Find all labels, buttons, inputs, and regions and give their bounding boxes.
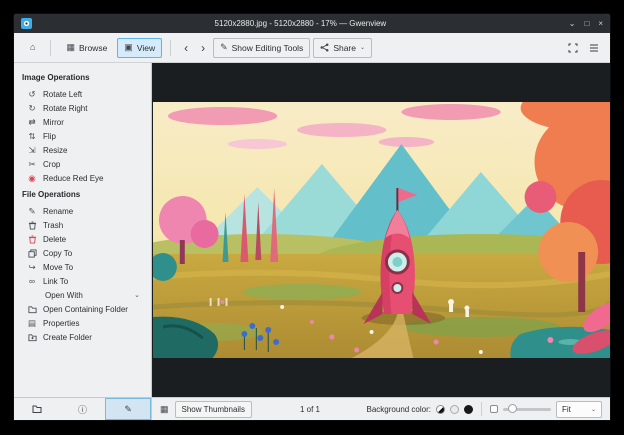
- sidebar-item-trash[interactable]: Trash: [14, 218, 151, 232]
- background-swatch-dark[interactable]: [464, 404, 473, 414]
- chevron-down-icon: ⌄: [590, 406, 596, 413]
- folder-new-icon: [27, 333, 37, 342]
- view-image-icon: ▣: [124, 42, 133, 52]
- status-separator: [481, 402, 482, 416]
- view-button[interactable]: ▣ View: [117, 37, 163, 58]
- rename-pencil-icon: ✎: [28, 205, 36, 216]
- minimize-button[interactable]: ⌄: [569, 19, 576, 28]
- gwenview-window: 5120x2880.jpg - 5120x2880 - 17% — Gwenvi…: [14, 14, 610, 420]
- sidebar-item-reduce-red-eye[interactable]: ◉ Reduce Red Eye: [14, 171, 151, 185]
- mirror-icon: ⇄: [28, 116, 36, 127]
- sidebar-item-crop[interactable]: ✂ Crop: [14, 157, 151, 171]
- sidebar-item-resize[interactable]: ⇲ Resize: [14, 143, 151, 157]
- copy-pages-icon: [27, 248, 37, 258]
- hamburger-menu-icon[interactable]: [589, 44, 599, 52]
- trash-can-icon: [27, 220, 37, 230]
- sidebar-item-link-to[interactable]: ∞ Link To: [14, 274, 151, 288]
- sidebar-item-flip[interactable]: ⇅ Flip: [14, 129, 151, 143]
- delete-trash-icon: [27, 234, 37, 244]
- document-properties-icon: ▤: [27, 317, 37, 328]
- operations-sidebar: Image Operations ↺ Rotate Left ↻ Rotate …: [14, 63, 152, 397]
- photo-content: [152, 102, 610, 358]
- background-swatch-light[interactable]: [450, 404, 459, 414]
- sidebar-item-copy-to[interactable]: Copy To: [14, 246, 151, 260]
- crop-icon: ✂: [28, 158, 36, 169]
- show-thumbnails-button[interactable]: Show Thumbnails: [174, 400, 252, 418]
- titlebar: 5120x2880.jpg - 5120x2880 - 17% — Gwenvi…: [14, 14, 610, 33]
- zoom-slider-handle[interactable]: [508, 404, 517, 413]
- sidebar-item-mirror[interactable]: ⇄ Mirror: [14, 115, 151, 129]
- file-operations-title: File Operations: [22, 190, 81, 199]
- share-icon: [320, 43, 329, 52]
- thumbnails-icon[interactable]: ▦: [160, 404, 169, 415]
- close-button[interactable]: ×: [598, 19, 603, 28]
- toolbar-separator: [170, 39, 172, 56]
- sidebar-item-rename[interactable]: ✎ Rename: [14, 204, 151, 218]
- home-icon: ⌂: [30, 42, 36, 52]
- folder-tab-icon: [32, 405, 42, 413]
- sidebar-item-rotate-left[interactable]: ↺ Rotate Left: [14, 87, 151, 101]
- browse-button[interactable]: ▦ Browse: [59, 38, 114, 58]
- window-title: 5120x2880.jpg - 5120x2880 - 17% — Gwenvi…: [214, 19, 387, 28]
- bottom-bar: ⓘ ✎ ▦ Show Thumbnails 1 of 1 Background …: [14, 397, 610, 420]
- zoom-mode-select[interactable]: Fit ⌄: [556, 400, 602, 418]
- forward-button[interactable]: ›: [196, 42, 210, 54]
- flip-icon: ⇅: [28, 130, 36, 141]
- zoom-slider[interactable]: [503, 404, 551, 413]
- zoom-lock-checkbox[interactable]: [490, 405, 498, 413]
- edit-pencil-icon: ✎: [124, 403, 132, 414]
- image-count: 1 of 1: [299, 404, 320, 414]
- toolbar-separator: [50, 39, 52, 56]
- image-operations-title: Image Operations: [22, 73, 90, 82]
- rotate-left-icon: ↺: [28, 88, 36, 99]
- chevron-down-icon: ⌄: [134, 292, 140, 299]
- sidebar-item-rotate-right[interactable]: ↻ Rotate Right: [14, 101, 151, 115]
- back-button[interactable]: ‹: [179, 42, 193, 54]
- red-eye-icon: ◉: [28, 172, 36, 183]
- sidebar-item-delete[interactable]: Delete: [14, 232, 151, 246]
- tab-folders[interactable]: [14, 398, 60, 420]
- tab-information[interactable]: ⓘ: [60, 398, 106, 420]
- link-chain-icon: ∞: [28, 275, 36, 286]
- image-view[interactable]: [152, 63, 610, 397]
- sidebar-item-open-containing-folder[interactable]: Open Containing Folder: [14, 302, 151, 316]
- chevron-down-icon: ⌄: [360, 45, 366, 51]
- sidebar-item-open-with[interactable]: Open With ⌄: [14, 288, 151, 302]
- home-button[interactable]: ⌂: [23, 38, 42, 58]
- resize-icon: ⇲: [28, 144, 36, 155]
- sidebar-item-create-folder[interactable]: Create Folder: [14, 330, 151, 344]
- browse-grid-icon: ▦: [66, 42, 75, 52]
- app-icon: [21, 18, 32, 29]
- tab-operations[interactable]: ✎: [105, 398, 152, 420]
- maximize-button[interactable]: □: [584, 19, 589, 28]
- move-arrow-icon: ↪: [28, 261, 36, 272]
- info-icon: ⓘ: [78, 404, 88, 415]
- background-swatch-auto[interactable]: [436, 404, 445, 414]
- sidebar-tabs: ⓘ ✎: [14, 398, 152, 420]
- sidebar-item-move-to[interactable]: ↪ Move To: [14, 260, 151, 274]
- sidebar-item-properties[interactable]: ▤ Properties: [14, 316, 151, 330]
- show-editing-tools-button[interactable]: ✎ Show Editing Tools: [213, 37, 311, 58]
- main-toolbar: ⌂ ▦ Browse ▣ View ‹ › ✎ Show Editing Too…: [14, 33, 610, 63]
- folder-icon: [27, 305, 37, 314]
- rotate-right-icon: ↻: [28, 102, 36, 113]
- pencil-icon: ✎: [220, 42, 228, 52]
- share-button[interactable]: Share ⌄: [313, 37, 373, 58]
- background-color-label: Background color:: [366, 404, 431, 414]
- status-bar: ▦ Show Thumbnails 1 of 1 Background colo…: [152, 398, 610, 420]
- fullscreen-icon[interactable]: [568, 43, 578, 53]
